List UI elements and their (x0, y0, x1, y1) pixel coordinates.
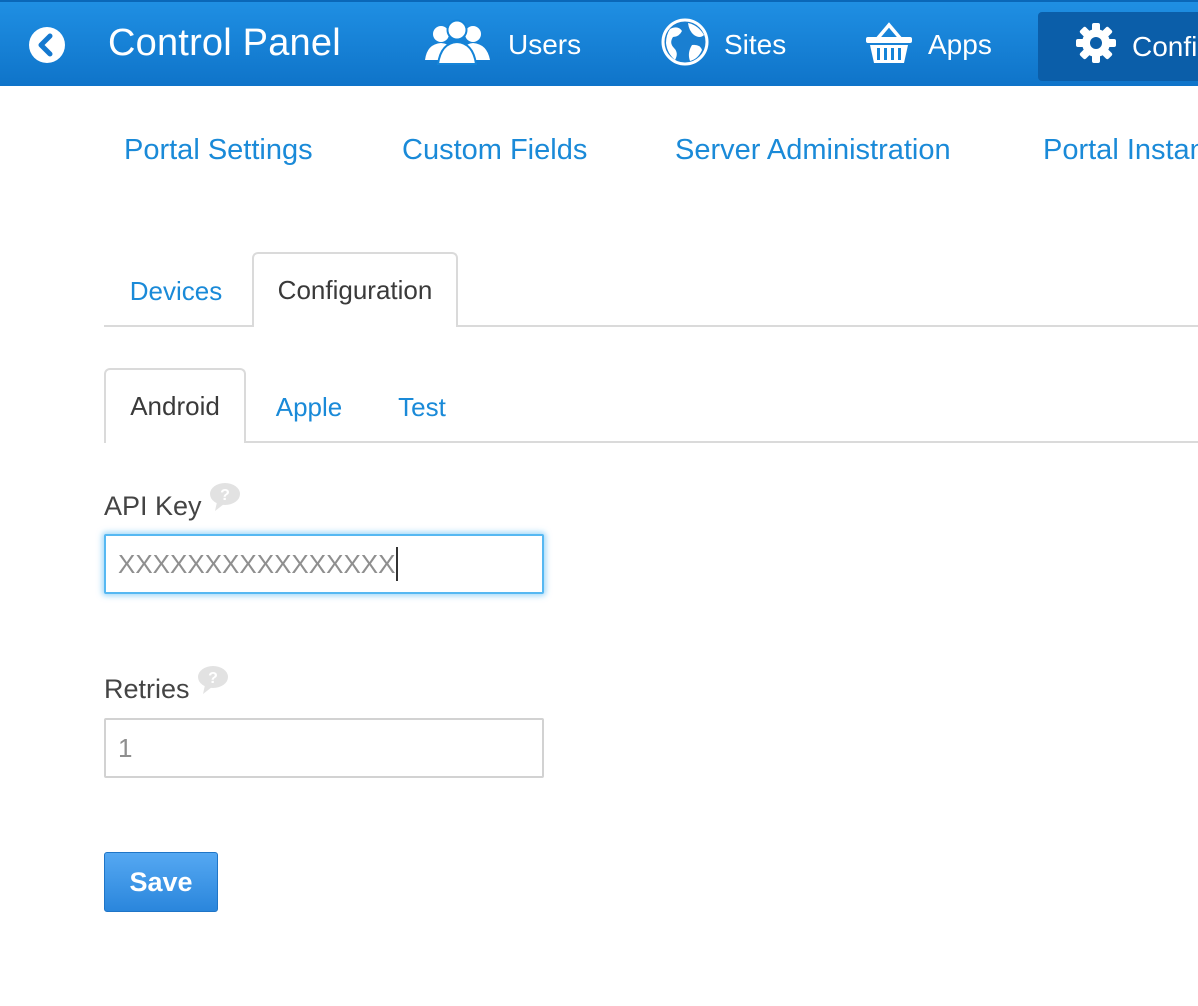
tab-devices[interactable]: Devices (112, 266, 240, 316)
nav-users-label: Users (508, 29, 582, 60)
retries-label: Retries ? (104, 666, 230, 708)
retries-label-text: Retries (104, 674, 190, 704)
subnav-custom-fields[interactable]: Custom Fields (402, 134, 587, 167)
api-key-label: API Key ? (104, 483, 242, 525)
nav-users[interactable]: Users (422, 2, 581, 86)
api-key-label-text: API Key (104, 491, 202, 521)
api-key-input[interactable]: XXXXXXXXXXXXXXXX (104, 534, 544, 594)
tab-test[interactable]: Test (384, 382, 460, 432)
basket-icon (864, 18, 914, 73)
back-icon[interactable] (29, 27, 65, 63)
help-bubble-icon[interactable]: ? (196, 665, 230, 702)
save-button[interactable]: Save (104, 852, 218, 912)
nav-apps-label: Apps (928, 29, 992, 60)
subnav-portal-instances[interactable]: Portal Instances (1043, 134, 1198, 167)
nav-configuration-label: Configuration (1132, 30, 1198, 62)
tab-configuration[interactable]: Configuration (252, 252, 458, 327)
app-title: Control Panel (108, 22, 341, 64)
text-caret (396, 547, 399, 581)
top-navigation-bar: Control Panel Users Sites Apps Confi (0, 0, 1198, 86)
api-key-value: XXXXXXXXXXXXXXXX (118, 548, 396, 579)
svg-text:?: ? (208, 670, 218, 687)
gear-icon (1074, 21, 1118, 72)
subnav-server-administration[interactable]: Server Administration (675, 134, 951, 167)
globe-icon (660, 17, 710, 74)
tab-apple[interactable]: Apple (262, 382, 356, 432)
retries-input[interactable]: 1 (104, 718, 544, 778)
retries-value: 1 (118, 732, 133, 763)
svg-text:?: ? (220, 487, 230, 504)
nav-sites[interactable]: Sites (660, 2, 786, 86)
nav-configuration[interactable]: Configuration (1038, 12, 1198, 81)
tab-android[interactable]: Android (104, 368, 246, 443)
nav-sites-label: Sites (724, 29, 787, 60)
help-bubble-icon[interactable]: ? (208, 482, 242, 519)
subnav-portal-settings[interactable]: Portal Settings (124, 134, 313, 167)
users-icon (422, 19, 494, 72)
subtab-bar-divider (104, 441, 1198, 443)
nav-apps[interactable]: Apps (864, 2, 992, 86)
